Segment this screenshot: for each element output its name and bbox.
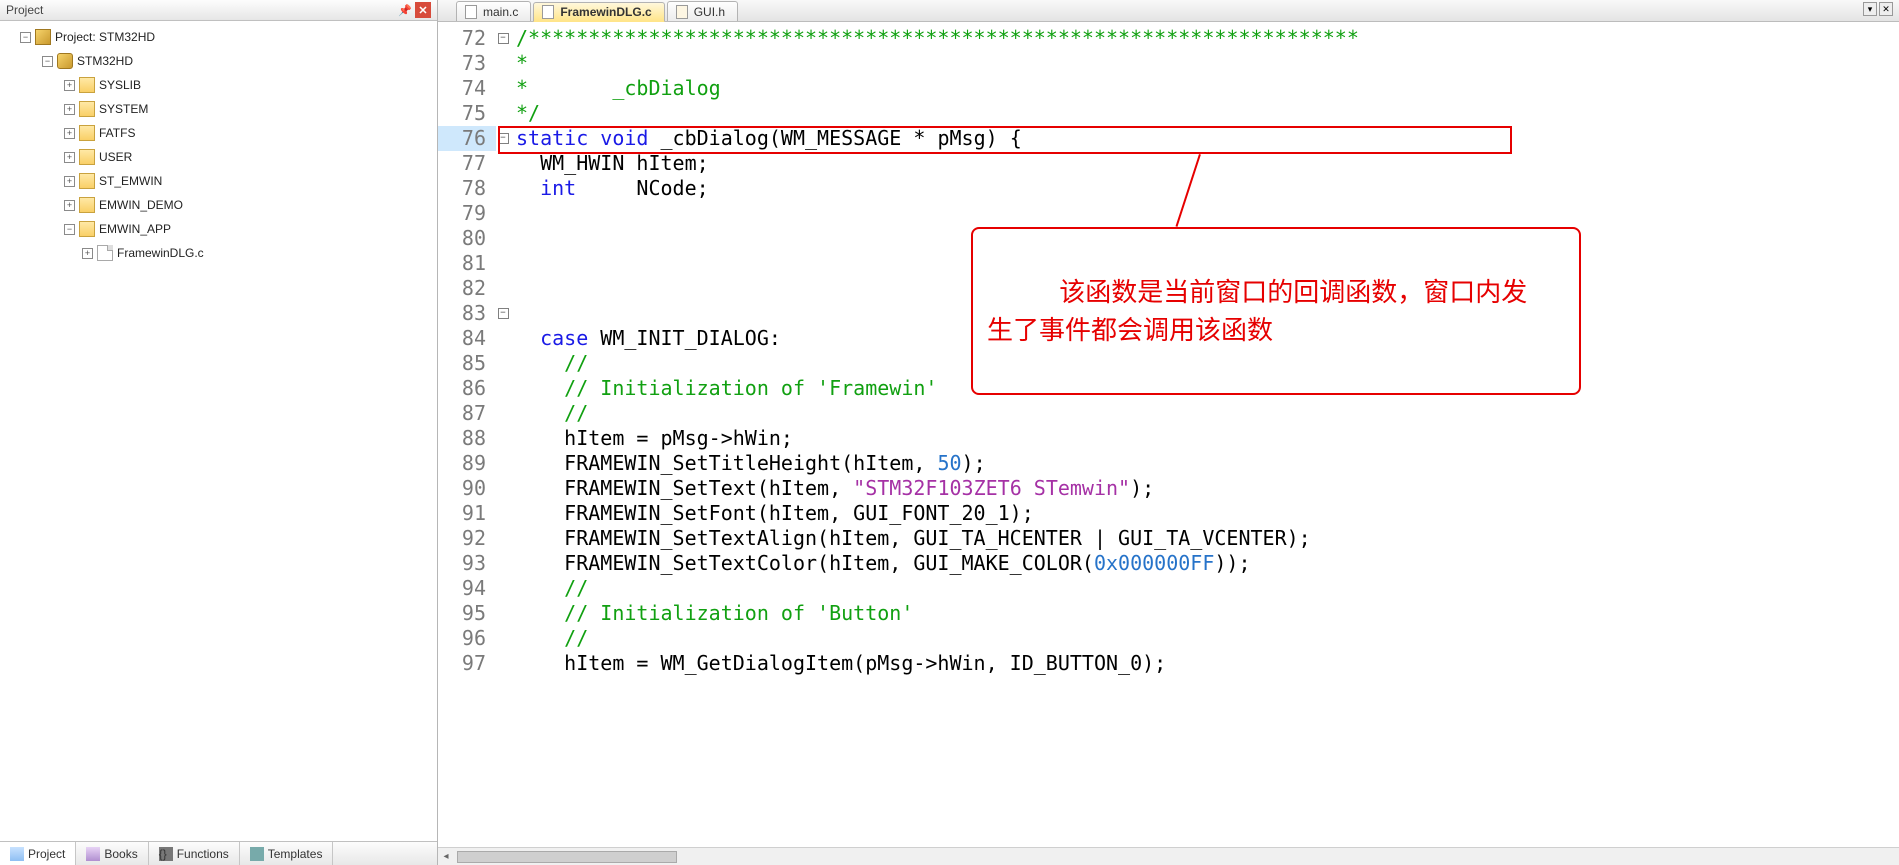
annotation-text: 该函数是当前窗口的回调函数，窗口内发 生了事件都会调用该函数	[987, 277, 1527, 345]
expand-icon[interactable]	[64, 152, 75, 163]
templates-tab-icon	[250, 847, 264, 861]
project-tree[interactable]: Project: STM32HD STM32HD SYSLIBSYSTEMFAT…	[0, 21, 437, 841]
fold-toggle[interactable]: −	[498, 308, 509, 319]
app-root: Project 📌 ✕ Project: STM32HD	[0, 0, 1899, 865]
tree-folder[interactable]: SYSLIB	[2, 73, 435, 97]
tree-folder[interactable]: FATFS	[2, 121, 435, 145]
editor-panel: main.c FramewinDLG.c GUI.h ▾ ✕ 727374757…	[438, 0, 1899, 865]
tree-target-label: STM32HD	[77, 49, 133, 73]
tab-main-c[interactable]: main.c	[456, 1, 531, 21]
annotation-text-box: 该函数是当前窗口的回调函数，窗口内发 生了事件都会调用该函数	[971, 227, 1581, 395]
annotation-highlight-box	[498, 126, 1512, 154]
h-file-icon	[676, 5, 688, 19]
expand-icon[interactable]	[64, 128, 75, 139]
folder-icon	[79, 125, 95, 141]
folder-icon	[79, 197, 95, 213]
pin-icon[interactable]: 📌	[397, 2, 413, 18]
panel-close-button[interactable]: ✕	[415, 2, 431, 18]
folder-icon	[79, 149, 95, 165]
c-file-icon	[542, 5, 554, 19]
expand-icon[interactable]	[64, 104, 75, 115]
project-tab-icon	[10, 847, 24, 861]
tree-folder-label: ST_EMWIN	[99, 169, 162, 193]
scroll-thumb[interactable]	[457, 851, 677, 863]
tree-file[interactable]: FramewinDLG.c	[2, 241, 435, 265]
bottom-tab-functions[interactable]: {}Functions	[149, 842, 240, 865]
tree-folder[interactable]: SYSTEM	[2, 97, 435, 121]
c-file-icon	[465, 5, 477, 19]
project-panel: Project 📌 ✕ Project: STM32HD	[0, 0, 438, 865]
expand-icon[interactable]	[64, 200, 75, 211]
fold-column: −−−	[496, 22, 510, 676]
tree-folder[interactable]: EMWIN_APP	[2, 217, 435, 241]
bottom-tab-project[interactable]: Project	[0, 842, 76, 865]
tree-root-label: Project: STM32HD	[55, 25, 155, 49]
tabbar-dropdown-button[interactable]: ▾	[1863, 2, 1877, 16]
tree-folder[interactable]: EMWIN_DEMO	[2, 193, 435, 217]
tree-folder[interactable]: USER	[2, 145, 435, 169]
tree-folder-label: USER	[99, 145, 132, 169]
editor-tabbar: main.c FramewinDLG.c GUI.h ▾ ✕	[438, 0, 1899, 22]
tree-folder-label: EMWIN_APP	[99, 217, 171, 241]
books-tab-icon	[86, 847, 100, 861]
tree-target[interactable]: STM32HD	[2, 49, 435, 73]
expand-icon[interactable]	[64, 224, 75, 235]
tree-folder[interactable]: ST_EMWIN	[2, 169, 435, 193]
tree-folder-label: EMWIN_DEMO	[99, 193, 183, 217]
bottom-tab-templates[interactable]: Templates	[240, 842, 334, 865]
expand-icon[interactable]	[82, 248, 93, 259]
expand-icon[interactable]	[64, 176, 75, 187]
tree-root[interactable]: Project: STM32HD	[2, 25, 435, 49]
bottom-tab-books[interactable]: Books	[76, 842, 148, 865]
project-panel-title: Project 📌 ✕	[0, 0, 437, 21]
fold-toggle[interactable]: −	[498, 33, 509, 44]
folder-icon	[79, 221, 95, 237]
workspace-icon	[35, 29, 51, 45]
tree-file-label: FramewinDLG.c	[117, 241, 204, 265]
expand-icon[interactable]	[64, 80, 75, 91]
tree-folder-label: SYSLIB	[99, 73, 141, 97]
expand-icon[interactable]	[42, 56, 53, 67]
folder-icon	[79, 77, 95, 93]
tree-folder-label: FATFS	[99, 121, 135, 145]
tab-gui-h[interactable]: GUI.h	[667, 1, 738, 21]
tree-folder-label: SYSTEM	[99, 97, 148, 121]
tab-framewindlg-c[interactable]: FramewinDLG.c	[533, 2, 664, 22]
code-editor[interactable]: 7273747576777879808182838485868788899091…	[438, 22, 1899, 847]
folder-icon	[79, 173, 95, 189]
scroll-left-button[interactable]: ◂	[438, 849, 454, 865]
tabbar-close-button[interactable]: ✕	[1879, 2, 1893, 16]
expand-icon[interactable]	[20, 32, 31, 43]
c-file-icon	[97, 245, 113, 261]
functions-tab-icon: {}	[159, 847, 173, 861]
project-panel-title-text: Project	[6, 3, 43, 17]
target-icon	[57, 53, 73, 69]
panel-bottom-tabs: Project Books {}Functions Templates	[0, 841, 437, 865]
horizontal-scrollbar[interactable]: ◂	[438, 847, 1899, 865]
line-number-gutter: 7273747576777879808182838485868788899091…	[438, 22, 496, 676]
folder-icon	[79, 101, 95, 117]
